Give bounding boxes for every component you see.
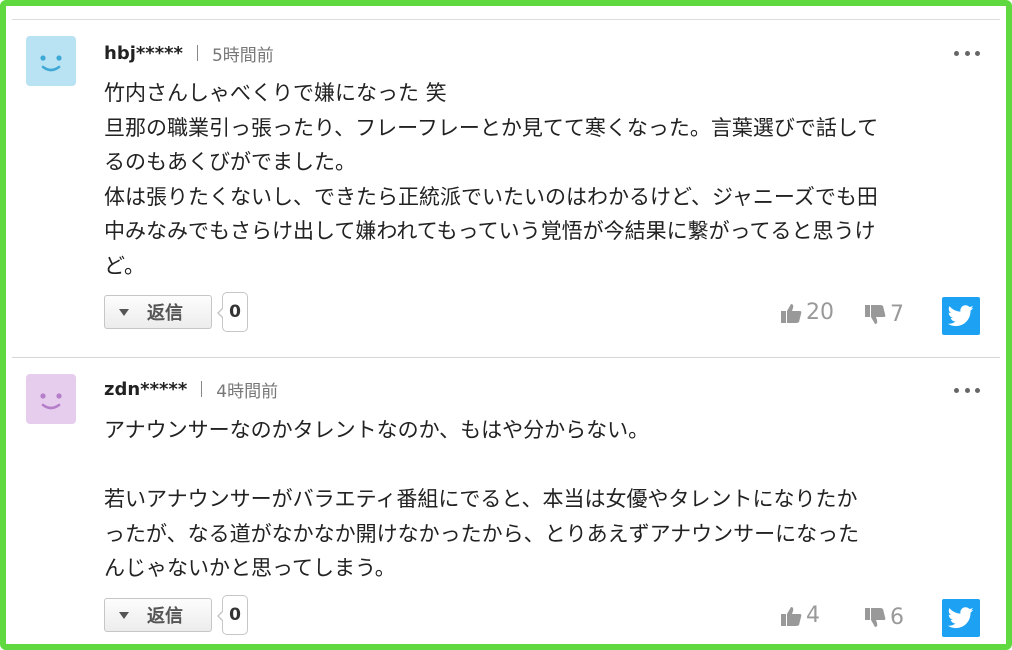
reply-button[interactable]: 返信	[104, 598, 212, 632]
comment-body: アナウンサーなのかタレントなのか、もはや分からない。 若いアナウンサーがバラエテ…	[104, 418, 860, 580]
comment-meta: hbj***** 5時間前	[104, 40, 274, 66]
avatar[interactable]	[26, 36, 76, 86]
smiley-face-icon	[40, 55, 62, 72]
dislike-count: 6	[890, 605, 904, 630]
twitter-share-button[interactable]	[942, 297, 980, 335]
like-count: 20	[806, 300, 834, 325]
twitter-bird-icon	[948, 607, 974, 629]
dislike-button[interactable]: 7	[864, 302, 904, 327]
dislike-button[interactable]: 6	[864, 605, 904, 630]
more-options-icon[interactable]	[954, 385, 980, 395]
like-count: 4	[806, 603, 820, 628]
like-button[interactable]: 20	[780, 300, 834, 325]
timestamp: 4時間前	[216, 381, 279, 402]
comment-meta: zdn***** 4時間前	[104, 376, 278, 402]
thumbs-up-icon	[781, 606, 802, 626]
smiley-face-icon	[40, 393, 62, 410]
reply-count: 0	[217, 595, 248, 635]
twitter-share-button[interactable]	[942, 599, 980, 637]
meta-separator	[196, 45, 198, 61]
reply-count: 0	[217, 292, 248, 332]
comment-body: 竹内さんしゃべくりで嫌になった 笑 旦那の職業引っ張ったり、フレーフレーとか見て…	[104, 81, 879, 278]
twitter-bird-icon	[948, 305, 974, 327]
meta-separator	[201, 381, 203, 397]
caret-down-icon	[119, 611, 129, 619]
reply-label: 返信	[147, 606, 183, 627]
screenshot-frame: hbj***** 5時間前 竹内さんしゃべくりで嫌になった 笑 旦那の職業引っ張…	[0, 0, 1012, 650]
comment-item: zdn***** 4時間前 アナウンサーなのかタレントなのか、もはや分からない。…	[12, 357, 1000, 644]
reply-label: 返信	[147, 303, 183, 324]
like-button[interactable]: 4	[780, 603, 820, 628]
thumbs-up-icon	[781, 303, 802, 323]
more-options-icon[interactable]	[954, 48, 980, 58]
caret-down-icon	[119, 308, 129, 316]
username[interactable]: zdn*****	[104, 379, 187, 400]
thumbs-down-icon	[865, 304, 886, 324]
comment-item: hbj***** 5時間前 竹内さんしゃべくりで嫌になった 笑 旦那の職業引っ張…	[12, 20, 1000, 356]
reply-button[interactable]: 返信	[104, 295, 212, 329]
dislike-count: 7	[890, 302, 904, 327]
avatar[interactable]	[26, 374, 76, 424]
thumbs-down-icon	[865, 607, 886, 627]
timestamp: 5時間前	[211, 45, 274, 66]
username[interactable]: hbj*****	[104, 43, 183, 64]
